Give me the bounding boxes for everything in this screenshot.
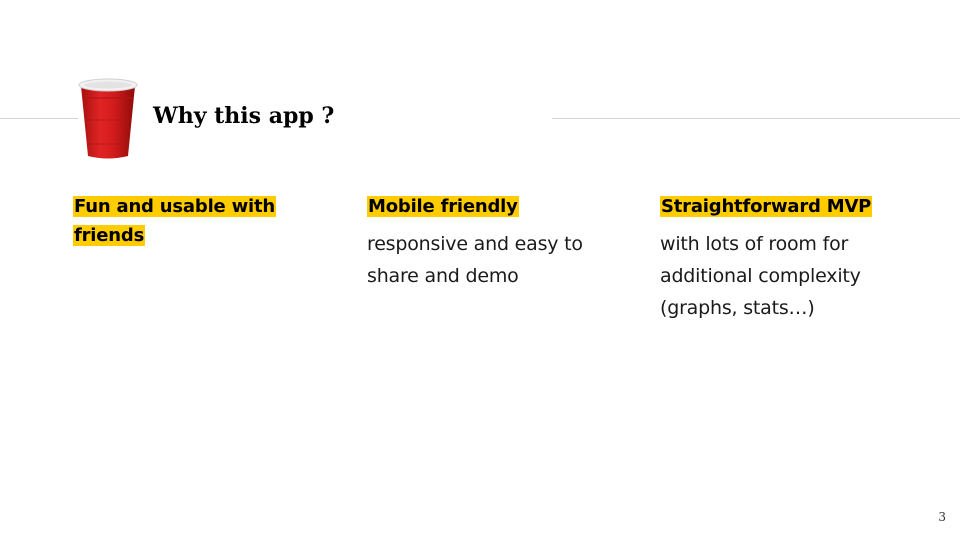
reason-body: responsive and easy to share and demo [367,233,583,287]
page-number: 3 [938,510,946,524]
reason-heading: Mobile friendly [367,196,519,217]
title-divider-left [0,118,78,119]
red-party-cup-icon [78,78,138,159]
reason-heading: Straightforward MVP [660,196,873,217]
reason-column-mvp: Straightforward MVP with lots of room fo… [660,192,900,324]
reason-column-mobile: Mobile friendly responsive and easy to s… [367,192,607,292]
reason-body: with lots of room for additional complex… [660,233,861,319]
slide-title: Why this app ? [153,103,335,129]
reason-column-fun: Fun and usable with friends [73,192,313,257]
reason-heading: Fun and usable with friends [73,196,277,246]
title-divider-right [552,118,960,119]
slide: Why this app ? Fun and usable with frien… [0,0,960,540]
